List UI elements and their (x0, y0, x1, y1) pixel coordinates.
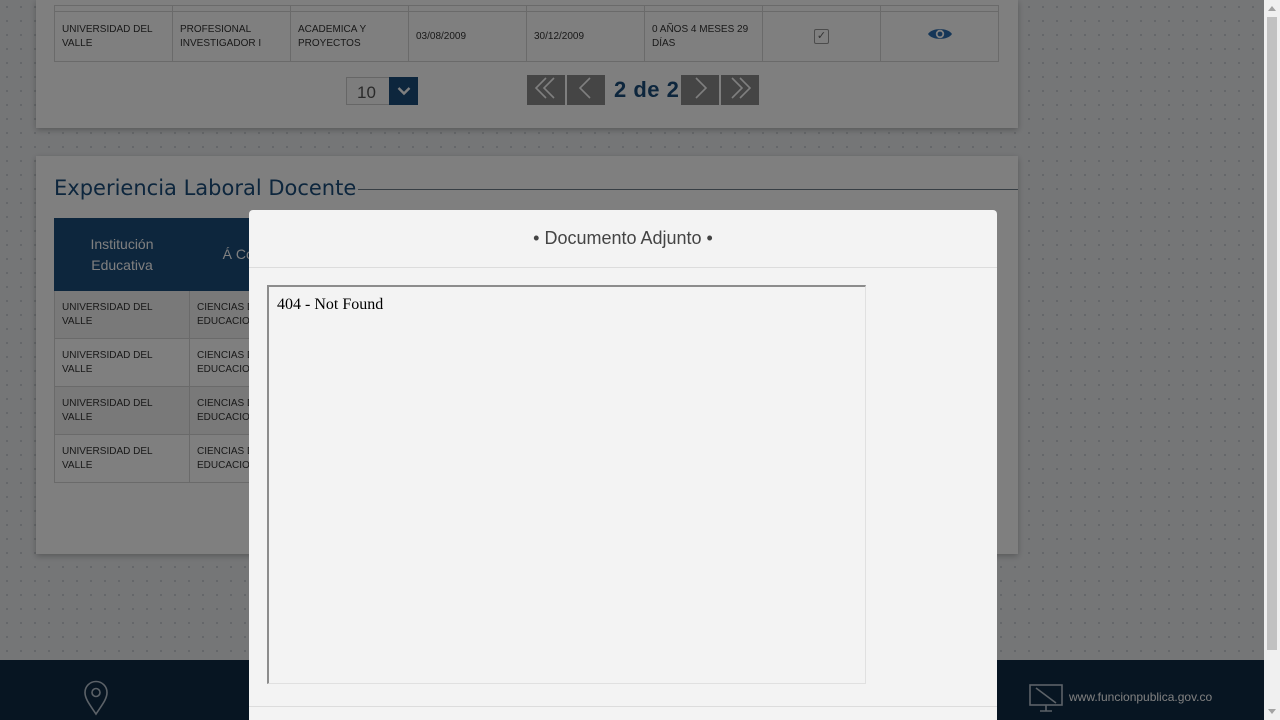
document-modal: • Documento Adjunto • 404 - Not Found (249, 210, 997, 720)
modal-footer-divider (249, 706, 997, 707)
frame-message: 404 - Not Found (277, 296, 384, 313)
page: UNIVERSIDAD DEL VALLE PROFESIONAL INVEST… (0, 0, 1264, 720)
document-frame[interactable]: 404 - Not Found (267, 285, 866, 684)
scroll-up-icon[interactable] (1264, 0, 1280, 16)
scrollbar[interactable] (1264, 0, 1280, 720)
scrollbar-thumb[interactable] (1267, 17, 1277, 650)
modal-title: • Documento Adjunto • (249, 210, 997, 268)
scroll-down-icon[interactable] (1264, 704, 1280, 720)
